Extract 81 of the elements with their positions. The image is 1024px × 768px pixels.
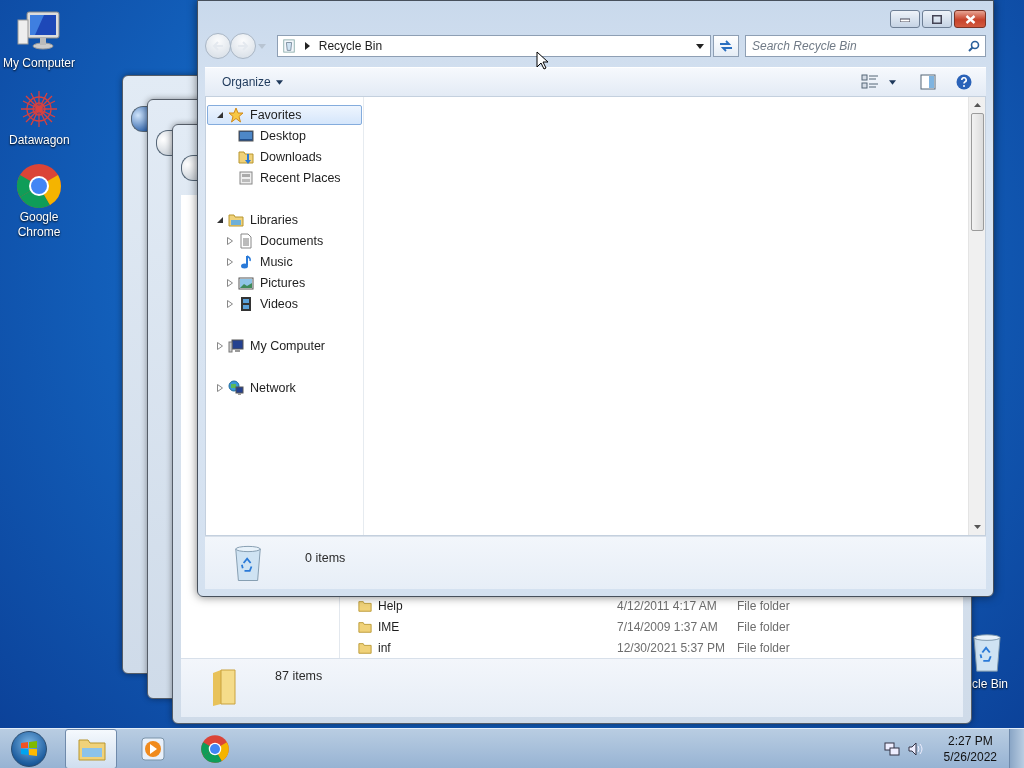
tree-item[interactable]: Favorites: [207, 105, 362, 125]
network-icon[interactable]: [883, 740, 900, 757]
organize-menu[interactable]: Organize: [222, 75, 271, 89]
computer-icon: [228, 338, 244, 354]
file-date: 12/30/2021 5:37 PM: [617, 640, 727, 655]
desktop-icon: [238, 128, 254, 144]
address-bar[interactable]: Recycle Bin: [276, 35, 712, 57]
taskbar-button[interactable]: [65, 728, 117, 768]
tree-item[interactable]: Downloads: [207, 147, 362, 167]
folder-icon: [358, 619, 372, 634]
tree-item[interactable]: My Computer: [207, 336, 362, 356]
close-icon: [964, 14, 976, 24]
right-arrow-icon: [237, 41, 249, 51]
scroll-up-arrow-icon[interactable]: [973, 103, 981, 107]
windows-logo-icon: [19, 738, 39, 759]
recent-places-icon: [238, 170, 254, 186]
file-type: File folder: [737, 619, 790, 634]
tree-expander-icon[interactable]: [216, 216, 224, 224]
item-count: 0 items: [305, 551, 346, 565]
back-button[interactable]: [156, 130, 172, 156]
star-icon: [228, 107, 244, 123]
address-crumb[interactable]: Recycle Bin: [318, 39, 697, 53]
back-button[interactable]: [131, 106, 147, 132]
library-folder-icon: [228, 212, 244, 228]
chrome-icon[interactable]: [15, 162, 63, 210]
maximize-button[interactable]: [922, 10, 952, 28]
folder-icon: [358, 640, 372, 655]
start-button[interactable]: [11, 730, 47, 767]
help-icon[interactable]: [956, 74, 972, 90]
tree-item[interactable]: Network: [207, 378, 362, 398]
caret-icon[interactable]: [889, 79, 896, 85]
volume-icon[interactable]: [907, 740, 924, 757]
tree-item[interactable]: Music: [207, 252, 362, 272]
desktop-icon-label[interactable]: cle Bin: [972, 677, 1009, 692]
clock[interactable]: 2:27 PM 5/26/2022: [943, 732, 997, 765]
file-name[interactable]: IME: [378, 619, 617, 634]
file-type: File folder: [737, 640, 790, 655]
left-arrow-icon: [212, 41, 224, 51]
tree-item[interactable]: Desktop: [207, 126, 362, 146]
caret-icon[interactable]: [275, 79, 283, 85]
folder-icon: [358, 598, 372, 613]
downloads-folder-icon: [238, 149, 254, 165]
back-button[interactable]: [181, 155, 197, 181]
recycle-bin-icon[interactable]: [972, 632, 1002, 673]
scroll-down-arrow-icon[interactable]: [973, 525, 981, 529]
film-icon: [238, 296, 254, 312]
minimize-button[interactable]: [890, 10, 920, 28]
dropdown-caret-icon[interactable]: [696, 43, 705, 49]
clock-time: 2:27 PM: [947, 732, 993, 749]
minimize-icon: [900, 16, 910, 22]
tree-item[interactable]: Pictures: [207, 273, 362, 293]
network-icon: [228, 380, 244, 396]
tree-expander-icon[interactable]: [216, 111, 224, 119]
search-field[interactable]: Search Recycle Bin: [745, 35, 986, 57]
file-date: 4/12/2011 4:17 AM: [617, 598, 718, 613]
desktop-icon-label[interactable]: My Computer: [3, 56, 75, 71]
item-count: 87 items: [275, 669, 323, 683]
picture-icon: [238, 275, 254, 291]
view-options-icon[interactable]: [861, 74, 879, 90]
tree-item[interactable]: Libraries: [207, 210, 362, 230]
refresh-button[interactable]: [713, 35, 739, 57]
tree-item[interactable]: Videos: [207, 294, 362, 314]
music-note-icon: [238, 254, 254, 270]
recycle-bin-icon: [281, 39, 296, 53]
desktop-icon-label[interactable]: Google Chrome: [9, 210, 69, 240]
document-icon: [238, 233, 254, 249]
file-type: File folder: [737, 598, 790, 613]
close-button[interactable]: [954, 10, 986, 28]
tree-item[interactable]: Documents: [207, 231, 362, 251]
scrollbar-thumb[interactable]: [970, 113, 984, 231]
search-icon[interactable]: [968, 40, 980, 52]
file-name[interactable]: inf: [378, 640, 617, 655]
maximize-icon: [932, 14, 942, 24]
chrome-icon: [200, 733, 230, 764]
refresh-icon: [719, 40, 734, 52]
desktop-icon-label[interactable]: Datawagon: [9, 133, 69, 148]
tree-item[interactable]: Recent Places: [207, 168, 362, 188]
breadcrumb-arrow-icon[interactable]: [304, 42, 310, 50]
file-date: 7/14/2009 1:37 AM: [617, 619, 719, 634]
file-name[interactable]: Help: [378, 598, 617, 613]
clock-date: 5/26/2022: [943, 748, 997, 765]
